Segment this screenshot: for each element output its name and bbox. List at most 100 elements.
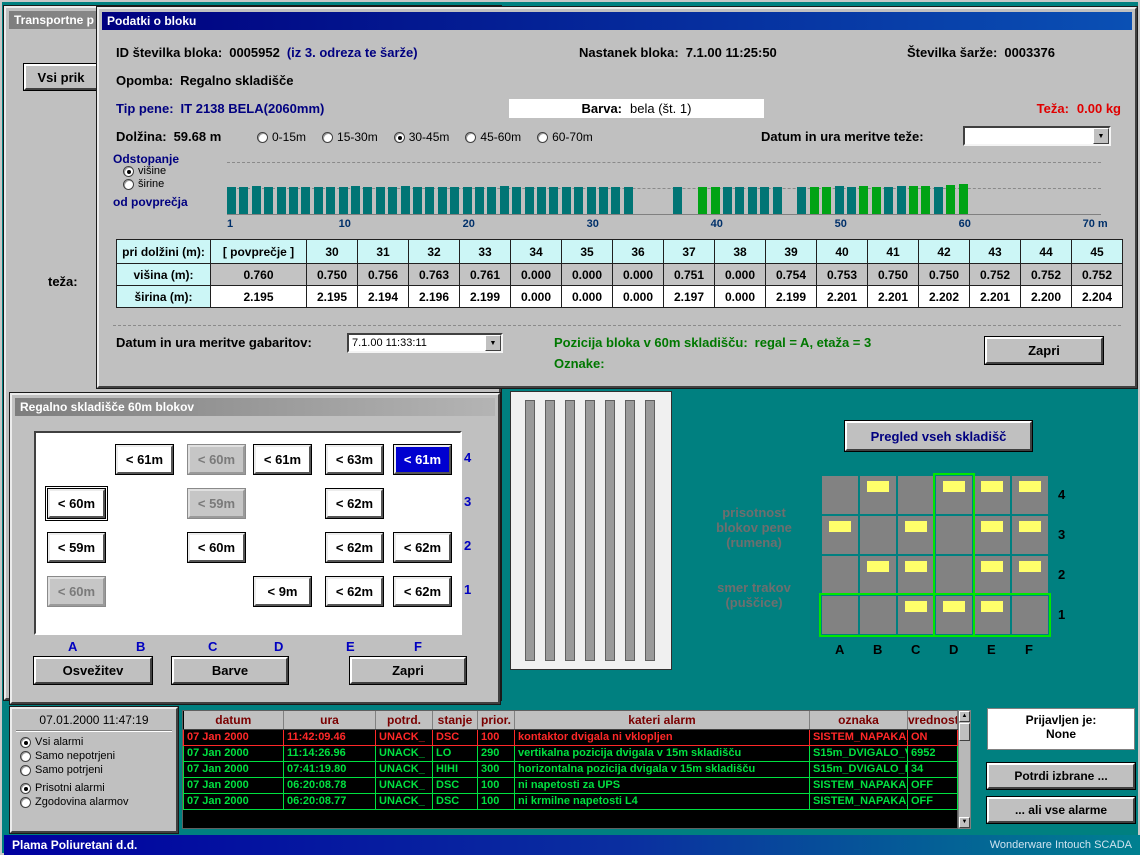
- rack-button-C2[interactable]: < 60m: [188, 533, 245, 562]
- storage-cell-E3[interactable]: [974, 516, 1010, 554]
- deviation-option[interactable]: višine: [123, 165, 166, 177]
- alarm-row[interactable]: 07 Jan 200011:42:09.46UNACK_DSC100kontak…: [184, 729, 958, 745]
- belt-stripe: [625, 400, 635, 661]
- warehouse-title: Regalno skladišče 60m blokov: [20, 400, 194, 414]
- storage-cell-D3[interactable]: [936, 516, 972, 554]
- deviation-bar: [388, 187, 397, 214]
- storage-cell-F3[interactable]: [1012, 516, 1048, 554]
- rack-button-E3[interactable]: < 62m: [326, 489, 383, 518]
- alarm-cell: 300: [478, 761, 515, 777]
- alarm-row[interactable]: 07 Jan 200006:20:08.78UNACK_DSC100ni nap…: [184, 777, 958, 793]
- warehouse-titlebar[interactable]: Regalno skladišče 60m blokov: [15, 398, 495, 416]
- legend-belts: smer trakov (puščice): [694, 580, 814, 610]
- scroll-thumb[interactable]: [959, 723, 970, 741]
- dialog-close-button[interactable]: Zapri: [985, 337, 1103, 364]
- storage-cell-B4[interactable]: [860, 476, 896, 514]
- rack-button-A3[interactable]: < 60m: [48, 489, 105, 518]
- storage-cell-A2[interactable]: [822, 556, 858, 594]
- deviation-bar: [500, 186, 509, 214]
- rack-button-F4[interactable]: < 61m: [394, 445, 451, 474]
- overview-button[interactable]: Pregled vseh skladišč: [845, 421, 1032, 451]
- length-range-option[interactable]: 60-70m: [537, 130, 593, 144]
- weight-value: 0.00 kg: [1077, 101, 1121, 116]
- gabarit-combo[interactable]: 7.1.00 11:33:11 ▼: [347, 333, 503, 353]
- axis-tick: 60: [959, 218, 971, 230]
- rack-button-D1[interactable]: < 9m: [254, 577, 311, 606]
- storage-cell-E2[interactable]: [974, 556, 1010, 594]
- length-range-option[interactable]: 45-60m: [465, 130, 521, 144]
- alarm-row[interactable]: 07 Jan 200011:14:26.96UNACK_LO290vertika…: [184, 745, 958, 761]
- storage-cell-B3[interactable]: [860, 516, 896, 554]
- storage-cell-D4[interactable]: [936, 476, 972, 514]
- foam-label: Tip pene:: [116, 101, 174, 116]
- storage-cell-E4[interactable]: [974, 476, 1010, 514]
- deviation-bar: [277, 187, 286, 214]
- storage-cell-F4[interactable]: [1012, 476, 1048, 514]
- storage-cell-D2[interactable]: [936, 556, 972, 594]
- storage-cell-F2[interactable]: [1012, 556, 1048, 594]
- storage-cell-A4[interactable]: [822, 476, 858, 514]
- length-range-option[interactable]: 30-45m: [394, 130, 450, 144]
- rack-button-E4[interactable]: < 63m: [326, 445, 383, 474]
- refresh-button[interactable]: Osvežitev: [34, 657, 152, 684]
- alarm-scrollbar[interactable]: ▲ ▼: [958, 710, 971, 829]
- table-cell: 0.752: [1021, 264, 1072, 286]
- scroll-up-icon[interactable]: ▲: [959, 711, 970, 722]
- rack-button-F1[interactable]: < 62m: [394, 577, 451, 606]
- rack-button-E2[interactable]: < 62m: [326, 533, 383, 562]
- rack-button-A2[interactable]: < 59m: [48, 533, 105, 562]
- rack-level-4: 4: [464, 450, 471, 465]
- alarm-row[interactable]: 07 Jan 200007:41:19.80UNACK_HIHI300horiz…: [184, 761, 958, 777]
- dropdown-arrow-icon[interactable]: ▼: [485, 335, 501, 351]
- storage-cell-C2[interactable]: [898, 556, 934, 594]
- storage-cell-F1[interactable]: [1012, 596, 1048, 634]
- storage-cell-A1[interactable]: [822, 596, 858, 634]
- rack-button-B4[interactable]: < 61m: [116, 445, 173, 474]
- storage-cell-C4[interactable]: [898, 476, 934, 514]
- storage-cell-C3[interactable]: [898, 516, 934, 554]
- alarm-filter-option[interactable]: Zgodovina alarmov: [20, 796, 129, 808]
- storage-cell-B1[interactable]: [860, 596, 896, 634]
- storage-cell-A3[interactable]: [822, 516, 858, 554]
- vsi-prik-button[interactable]: Vsi prik: [24, 64, 98, 90]
- storage-cell-D1[interactable]: [936, 596, 972, 634]
- ack-all-button[interactable]: ... ali vse alarme: [987, 797, 1135, 823]
- alarm-column-header: kateri alarm: [515, 711, 810, 729]
- dropdown-arrow-icon[interactable]: ▼: [1093, 128, 1109, 144]
- alarm-column-header: stanje: [433, 711, 478, 729]
- colors-button[interactable]: Barve: [172, 657, 288, 684]
- alarm-column-header: datum: [184, 711, 284, 729]
- alarm-column-header: prior.: [478, 711, 515, 729]
- alarm-row[interactable]: 07 Jan 200006:20:08.77UNACK_DSC100ni krm…: [184, 793, 958, 809]
- alarm-filter-group2: Prisotni alarmi Zgodovina alarmov: [20, 782, 129, 808]
- belt-stripe: [605, 400, 615, 661]
- alarm-filter-option[interactable]: Prisotni alarmi: [20, 782, 129, 794]
- rack-button-E1[interactable]: < 62m: [326, 577, 383, 606]
- storage-cell-C1[interactable]: [898, 596, 934, 634]
- rack-button-F2[interactable]: < 62m: [394, 533, 451, 562]
- alarm-filter-option[interactable]: Samo potrjeni: [20, 764, 115, 776]
- warehouse-close-button[interactable]: Zapri: [350, 657, 466, 684]
- alarm-filter-option[interactable]: Samo nepotrjeni: [20, 750, 115, 762]
- belt-stripe: [585, 400, 595, 661]
- ack-selected-button[interactable]: Potrdi izbrane ...: [987, 763, 1135, 789]
- deviation-bar: [363, 187, 372, 214]
- color-value: bela (št. 1): [630, 101, 691, 116]
- length-range-option[interactable]: 0-15m: [257, 130, 306, 144]
- rack-button-D4[interactable]: < 61m: [254, 445, 311, 474]
- weight-date-combo[interactable]: ▼: [963, 126, 1111, 146]
- scroll-down-icon[interactable]: ▼: [959, 817, 970, 828]
- logged-in-value: None: [988, 727, 1134, 741]
- length-range-option[interactable]: 15-30m: [322, 130, 378, 144]
- table-cell: 0.000: [715, 286, 766, 308]
- radio-icon: [394, 132, 405, 143]
- storage-cell-E1[interactable]: [974, 596, 1010, 634]
- deviation-suffix: od povprečja: [113, 195, 188, 209]
- block-data-dialog: Podatki o bloku ID številka bloka: 00059…: [97, 7, 1137, 388]
- deviation-bar: [425, 187, 434, 214]
- storage-cell-B2[interactable]: [860, 556, 896, 594]
- deviation-option[interactable]: širine: [123, 178, 166, 190]
- dialog-titlebar[interactable]: Podatki o bloku: [102, 12, 1132, 30]
- deviation-bar: [698, 187, 707, 214]
- alarm-filter-option[interactable]: Vsi alarmi: [20, 736, 115, 748]
